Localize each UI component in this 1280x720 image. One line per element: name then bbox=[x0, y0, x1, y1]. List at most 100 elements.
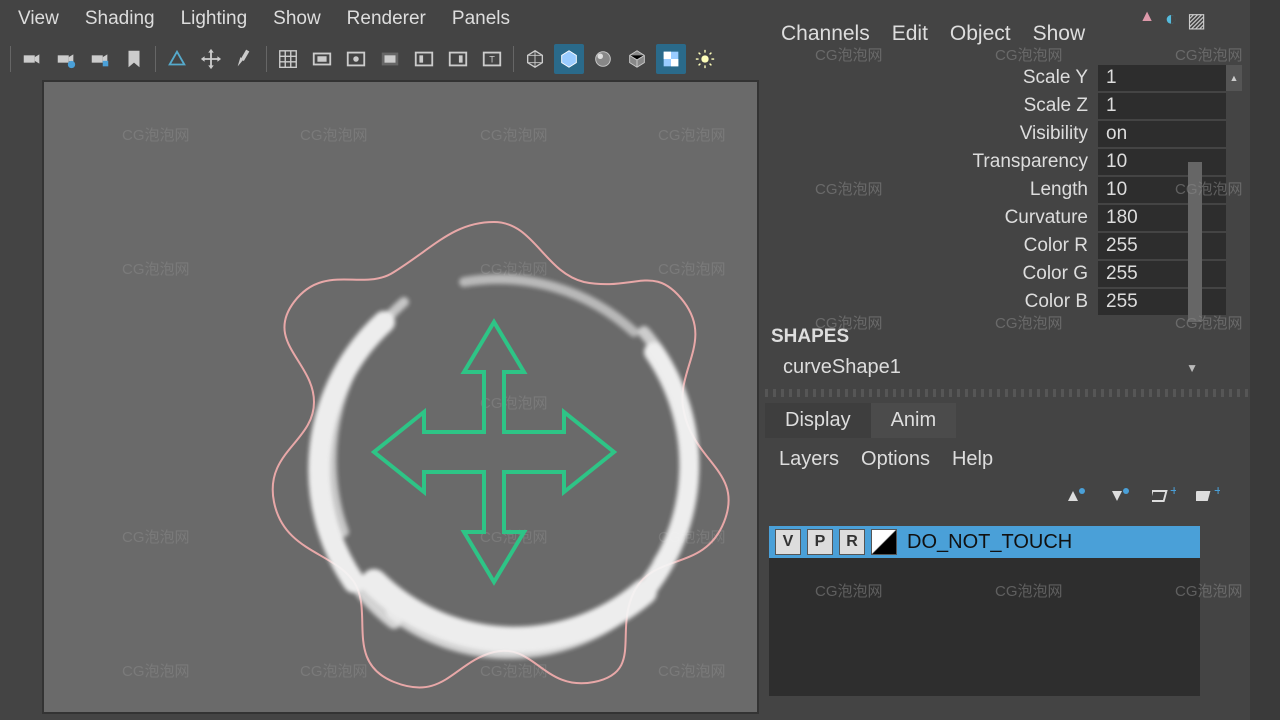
menu-shading[interactable]: Shading bbox=[85, 8, 155, 30]
use-default-material-icon[interactable] bbox=[588, 44, 618, 74]
bookmark-icon[interactable] bbox=[119, 44, 149, 74]
svg-text:T: T bbox=[489, 55, 495, 65]
image-plane-icon[interactable] bbox=[162, 44, 192, 74]
field-chart-icon[interactable] bbox=[409, 44, 439, 74]
attr-label-color-b[interactable]: Color B bbox=[765, 291, 1098, 313]
layer-visibility-toggle[interactable]: V bbox=[775, 529, 801, 555]
menu-panels[interactable]: Panels bbox=[452, 8, 510, 30]
layer-list: V P R DO_NOT_TOUCH bbox=[769, 526, 1200, 696]
attr-field-length[interactable]: 10 bbox=[1098, 177, 1226, 203]
tab-display[interactable]: Display bbox=[765, 403, 871, 438]
attr-field-color-r[interactable]: 255 bbox=[1098, 233, 1226, 259]
menu-show[interactable]: Show bbox=[273, 8, 321, 30]
attr-label-scale-y[interactable]: Scale Y bbox=[765, 67, 1098, 89]
camera-lock-icon[interactable] bbox=[51, 44, 81, 74]
attr-field-scale-z[interactable]: 1 bbox=[1098, 93, 1226, 119]
menu-renderer[interactable]: Renderer bbox=[347, 8, 426, 30]
watermark: CG泡泡网 bbox=[480, 258, 548, 279]
watermark: CG泡泡网 bbox=[480, 124, 548, 145]
layer-playback-toggle[interactable]: P bbox=[807, 529, 833, 555]
menu-lighting[interactable]: Lighting bbox=[181, 8, 248, 30]
gate-mask-icon[interactable] bbox=[375, 44, 405, 74]
menu-options[interactable]: Options bbox=[861, 448, 930, 471]
layer-display-type-toggle[interactable]: R bbox=[839, 529, 865, 555]
attr-field-visibility[interactable]: on bbox=[1098, 121, 1226, 147]
grid-icon[interactable] bbox=[273, 44, 303, 74]
attr-field-scale-y[interactable]: 1 bbox=[1098, 65, 1226, 91]
grease-pencil-icon[interactable] bbox=[230, 44, 260, 74]
channel-attribute-list: Scale Y 1 ▲ Scale Z 1 Visibility on Tran… bbox=[765, 64, 1250, 316]
shapes-section-header: SHAPES bbox=[765, 316, 1250, 354]
viewport[interactable]: CG泡泡网 CG泡泡网 CG泡泡网 CG泡泡网 CG泡泡网 CG泡泡网 CG泡泡… bbox=[42, 80, 759, 714]
textured-icon[interactable] bbox=[656, 44, 686, 74]
attr-field-color-g[interactable]: 255 bbox=[1098, 261, 1226, 287]
safe-action-icon[interactable] bbox=[443, 44, 473, 74]
watermark: CG泡泡网 bbox=[122, 124, 190, 145]
watermark: CG泡泡网 bbox=[300, 124, 368, 145]
safe-title-icon[interactable]: T bbox=[477, 44, 507, 74]
film-gate-icon[interactable] bbox=[307, 44, 337, 74]
svg-text:+: + bbox=[1214, 485, 1220, 498]
watermark: CG泡泡网 bbox=[480, 392, 548, 413]
attr-field-curvature[interactable]: 180 bbox=[1098, 205, 1226, 231]
layer-tabs: Display Anim bbox=[765, 403, 1250, 438]
menu-edit[interactable]: Edit bbox=[892, 22, 928, 46]
selected-curve-outline bbox=[273, 222, 729, 688]
watermark: CG泡泡网 bbox=[122, 526, 190, 547]
move-manipulator bbox=[374, 322, 614, 582]
new-layer-empty-icon[interactable]: + bbox=[1196, 485, 1220, 510]
watermark: CG泡泡网 bbox=[658, 660, 726, 681]
right-dock-strip[interactable] bbox=[1250, 0, 1280, 720]
camera-select-icon[interactable] bbox=[17, 44, 47, 74]
hypershade-icon[interactable]: ▲ bbox=[1139, 8, 1155, 33]
layer-color-swatch[interactable] bbox=[871, 529, 897, 555]
attr-label-curvature[interactable]: Curvature bbox=[765, 207, 1098, 229]
attr-label-visibility[interactable]: Visibility bbox=[765, 123, 1098, 145]
chevron-down-icon[interactable]: ▼ bbox=[1186, 361, 1198, 375]
layer-row[interactable]: V P R DO_NOT_TOUCH bbox=[769, 526, 1200, 558]
attr-field-transparency[interactable]: 10 bbox=[1098, 149, 1226, 175]
tab-anim[interactable]: Anim bbox=[871, 403, 957, 438]
menu-layers[interactable]: Layers bbox=[779, 448, 839, 471]
new-layer-selected-icon[interactable]: + bbox=[1152, 485, 1176, 510]
scrollbar-track[interactable] bbox=[1188, 162, 1202, 322]
menu-help[interactable]: Help bbox=[952, 448, 993, 471]
watermark: CG泡泡网 bbox=[480, 660, 548, 681]
menu-channels[interactable]: Channels bbox=[781, 22, 870, 46]
layer-menubar: Layers Options Help bbox=[765, 438, 1250, 481]
use-all-lights-icon[interactable] bbox=[690, 44, 720, 74]
svg-text:+: + bbox=[1170, 485, 1176, 498]
attr-label-color-g[interactable]: Color G bbox=[765, 263, 1098, 285]
wireframe-on-shaded-icon[interactable] bbox=[622, 44, 652, 74]
move-layer-down-icon[interactable] bbox=[1108, 485, 1132, 510]
attr-label-transparency[interactable]: Transparency bbox=[765, 151, 1098, 173]
camera-bookmark-icon[interactable] bbox=[85, 44, 115, 74]
attr-label-scale-z[interactable]: Scale Z bbox=[765, 95, 1098, 117]
watermark: CG泡泡网 bbox=[658, 258, 726, 279]
watermark: CG泡泡网 bbox=[480, 526, 548, 547]
layer-name-label[interactable]: DO_NOT_TOUCH bbox=[903, 531, 1072, 554]
wireframe-icon[interactable] bbox=[520, 44, 550, 74]
panel-separator[interactable] bbox=[765, 389, 1250, 397]
watermark: CG泡泡网 bbox=[658, 124, 726, 145]
viewport-toolbar: T bbox=[0, 38, 765, 80]
viewport-menubar: View Shading Lighting Show Renderer Pane… bbox=[0, 0, 765, 38]
menu-object[interactable]: Object bbox=[950, 22, 1011, 46]
attr-label-length[interactable]: Length bbox=[765, 179, 1098, 201]
smooth-shade-icon[interactable] bbox=[554, 44, 584, 74]
shape-node-name[interactable]: curveShape1 bbox=[783, 356, 901, 379]
scroll-up-icon[interactable]: ▲ bbox=[1226, 65, 1242, 91]
move-layer-up-icon[interactable] bbox=[1064, 485, 1088, 510]
menu-view[interactable]: View bbox=[18, 8, 59, 30]
2d-pan-icon[interactable] bbox=[196, 44, 226, 74]
resolution-gate-icon[interactable] bbox=[341, 44, 371, 74]
menu-show-right[interactable]: Show bbox=[1033, 22, 1086, 46]
attribute-editor-icon[interactable]: ◐ bbox=[1165, 8, 1177, 33]
attr-field-color-b[interactable]: 255 bbox=[1098, 289, 1226, 315]
watermark: CG泡泡网 bbox=[122, 660, 190, 681]
attr-label-color-r[interactable]: Color R bbox=[765, 235, 1098, 257]
channel-box-icon[interactable]: ▨ bbox=[1187, 8, 1206, 33]
watermark: CG泡泡网 bbox=[122, 258, 190, 279]
watermark: CG泡泡网 bbox=[300, 660, 368, 681]
paint-effects-stroke bbox=[244, 202, 744, 702]
